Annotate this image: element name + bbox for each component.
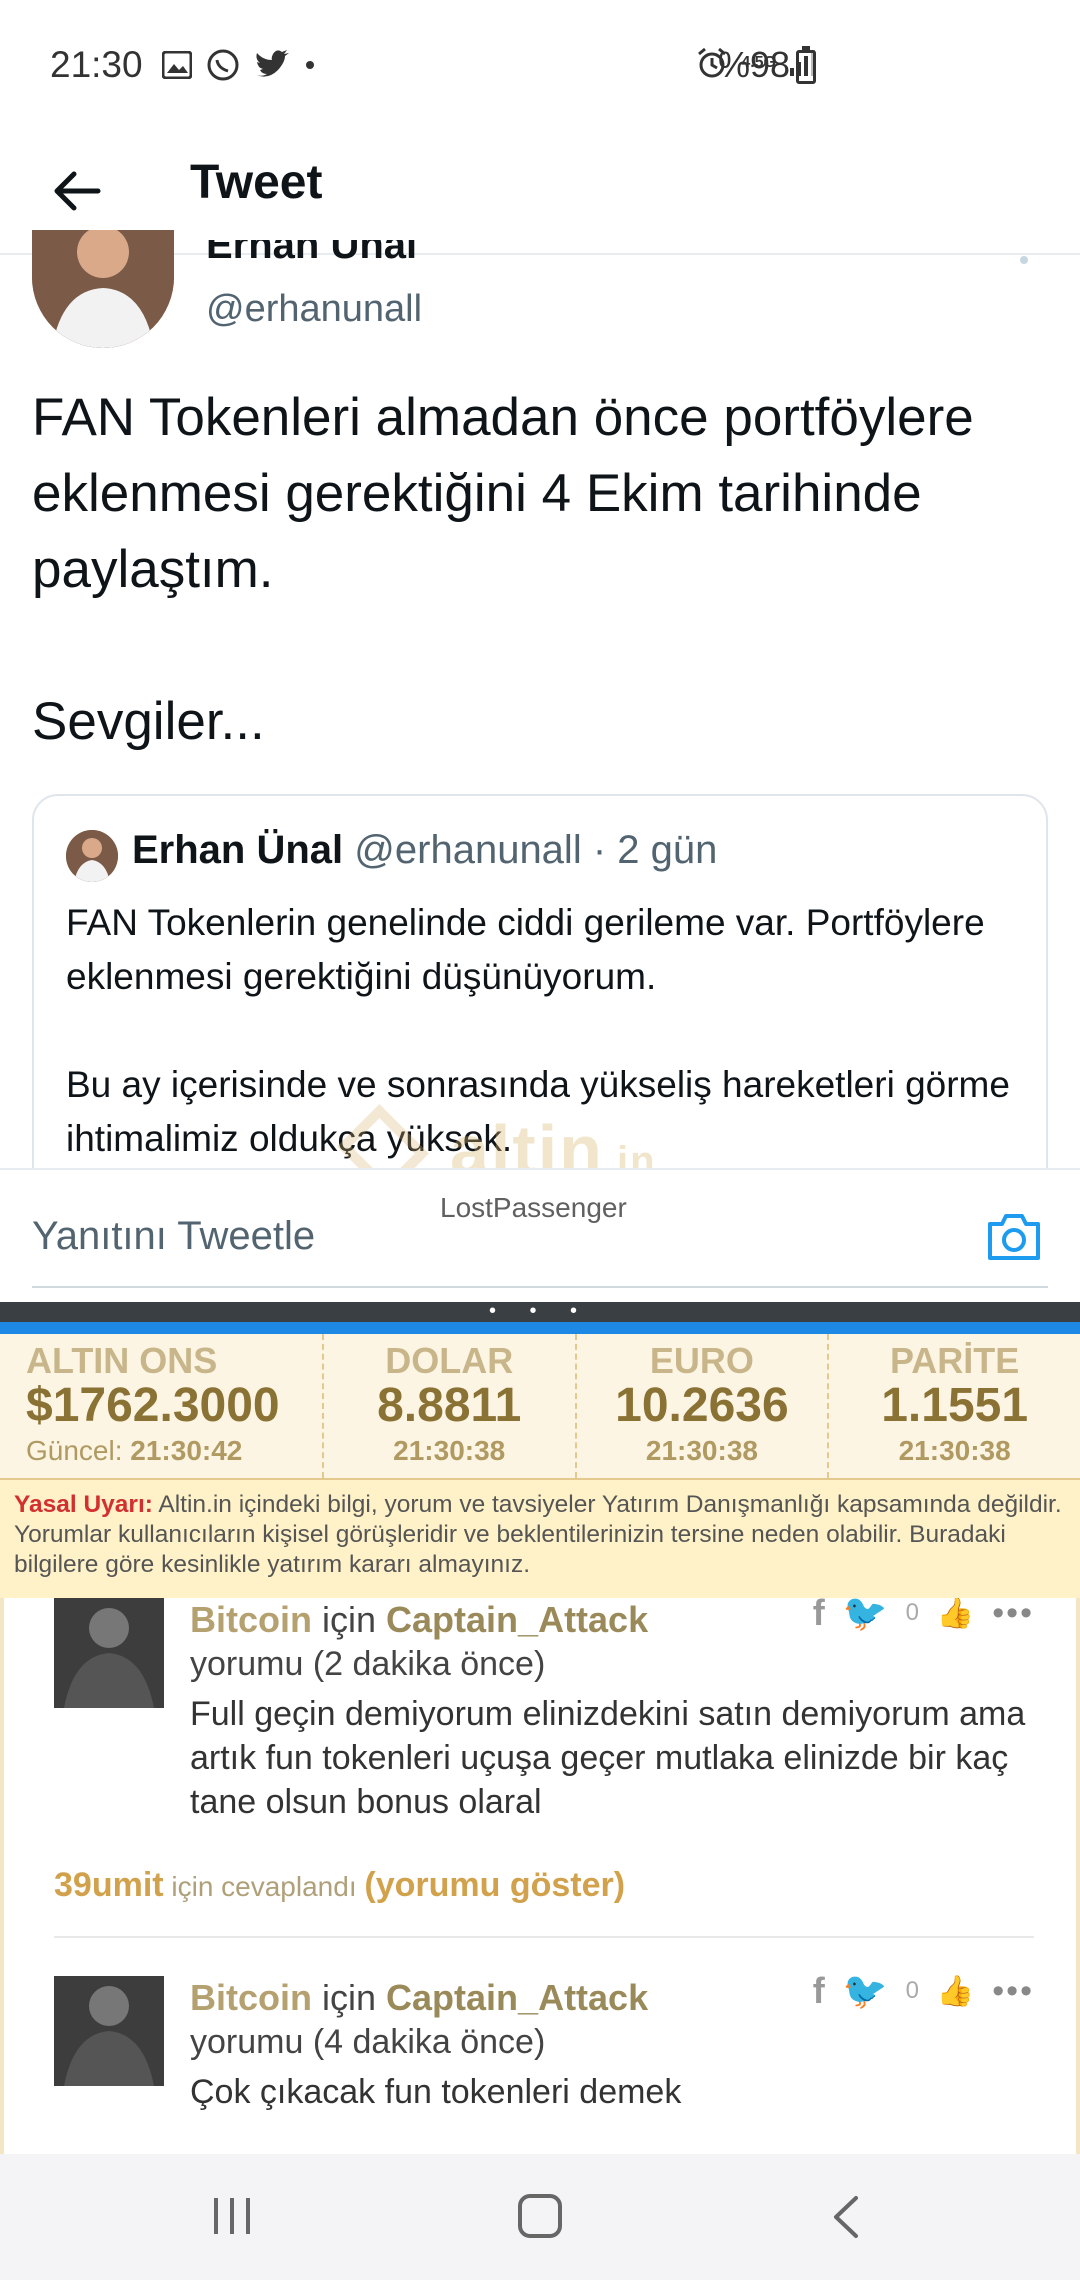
- comment-actions: f 🐦 0 👍 •••: [813, 1970, 1034, 2012]
- rate-time: 21:30:38: [645, 1435, 758, 1466]
- comment-actions: f 🐦 0 👍 •••: [813, 1598, 1034, 1634]
- quoted-author-name: Erhan Ünal: [132, 828, 344, 872]
- whatsapp-icon: [207, 49, 239, 81]
- rate-title: ALTIN ONS: [26, 1340, 218, 1381]
- system-nav-bar: [0, 2154, 1080, 2280]
- comment-for: için: [312, 1977, 387, 2018]
- tweet-body: FAN Tokenleri almadan önce portföylere e…: [32, 380, 1042, 836]
- rate-value: 1.1551: [881, 1379, 1029, 1432]
- quoted-author-handle: @erhanunall: [354, 828, 582, 872]
- comment-coin[interactable]: Bitcoin: [190, 1977, 312, 2018]
- author-handle[interactable]: @erhanunall: [206, 288, 422, 331]
- show-comment-link[interactable]: (yorumu göster): [364, 1866, 625, 1904]
- like-count: 0: [905, 1599, 919, 1626]
- rate-time: Güncel: 21:30:42: [26, 1435, 322, 1467]
- back-arrow-icon[interactable]: [48, 161, 108, 221]
- image-icon: [162, 51, 192, 79]
- rate-value: $1762.3000: [26, 1379, 280, 1432]
- comment-user[interactable]: Captain_Attack: [386, 1599, 648, 1640]
- rate-title: EURO: [649, 1340, 754, 1381]
- twitter-share-icon[interactable]: 🐦: [843, 1970, 888, 2012]
- replied-note: 39umit için cevaplandı (yorumu göster): [54, 1866, 625, 1905]
- facebook-icon[interactable]: f: [813, 1970, 825, 2012]
- drag-handle-icon[interactable]: • • •: [0, 1300, 1080, 1323]
- commenter-avatar[interactable]: [54, 1976, 164, 2086]
- rate-time-value: 21:30:42: [130, 1435, 243, 1466]
- like-count: 0: [905, 1977, 919, 2004]
- nav-back-icon[interactable]: [826, 2194, 866, 2240]
- rate-title: DOLAR: [385, 1340, 514, 1381]
- home-icon[interactable]: [518, 2194, 562, 2238]
- rate-time-label: Güncel:: [26, 1435, 123, 1466]
- quoted-separator: ·: [581, 828, 618, 872]
- rate-value: 8.8811: [377, 1379, 522, 1432]
- quoted-header: Erhan Ünal @erhanunall · 2 gün: [132, 828, 717, 873]
- comment-coin[interactable]: Bitcoin: [190, 1599, 312, 1640]
- rate-gold[interactable]: ALTIN ONS $1762.3000 Güncel: 21:30:42: [0, 1334, 324, 1478]
- status-time: 21:30: [50, 44, 143, 85]
- twitter-icon: [256, 50, 289, 77]
- page-title: Tweet: [190, 156, 323, 209]
- camera-icon[interactable]: [986, 1210, 1042, 1262]
- more-options-icon[interactable]: [1020, 256, 1028, 264]
- quoted-time: 2 gün: [617, 828, 718, 872]
- rates-ticker: ALTIN ONS $1762.3000 Güncel: 21:30:42 DO…: [0, 1334, 1080, 1480]
- more-icon[interactable]: •••: [992, 1598, 1034, 1633]
- twitter-share-icon[interactable]: 🐦: [843, 1598, 888, 1634]
- tweet-paragraph: Sevgiler...: [32, 692, 265, 751]
- rate-parity[interactable]: PARİTE 1.1551 21:30:38: [829, 1334, 1080, 1478]
- comments-list: Bitcoin için Captain_Attack yorumu (2 da…: [0, 1598, 1080, 2154]
- commenter-avatar[interactable]: [54, 1598, 164, 1708]
- dot-icon: [306, 61, 314, 69]
- facebook-icon[interactable]: f: [813, 1598, 825, 1634]
- legal-warning: Yasal Uyarı: Altin.in içindeki bilgi, yo…: [0, 1480, 1080, 1598]
- overlay-username: LostPassenger: [440, 1192, 627, 1223]
- comment-text: Full geçin demiyorum elinizdekini satın …: [190, 1695, 1026, 1821]
- quoted-avatar: [66, 830, 118, 882]
- rate-value: 10.2636: [615, 1379, 789, 1432]
- rate-time: 21:30:38: [898, 1435, 1011, 1466]
- author-avatar[interactable]: [32, 230, 174, 348]
- quoted-paragraph: FAN Tokenlerin genelinde ciddi gerileme …: [66, 902, 985, 997]
- replied-label: için cevaplandı: [163, 1871, 365, 1902]
- reply-input[interactable]: Yanıtını Tweetle: [32, 1214, 315, 1259]
- author-name[interactable]: Erhan Ünal: [206, 240, 417, 262]
- rate-time: 21:30:38: [393, 1435, 506, 1466]
- rate-euro[interactable]: EURO 10.2636 21:30:38: [577, 1334, 830, 1478]
- reply-bar: Yanıtını Tweetle LostPassenger: [0, 1168, 1080, 1298]
- warning-text: Altin.in içindeki bilgi, yorum ve tavsiy…: [14, 1491, 1062, 1578]
- comment-user[interactable]: Captain_Attack: [386, 1977, 648, 2018]
- thumbs-up-icon[interactable]: 👍: [937, 1598, 974, 1631]
- status-bar: 21:30 4.5G %98: [0, 0, 1080, 135]
- notification-icons: [162, 48, 316, 82]
- warning-label: Yasal Uyarı:: [14, 1491, 153, 1518]
- battery-percent: %98: [718, 44, 791, 85]
- tweet-paragraph: FAN Tokenleri almadan önce portföylere e…: [32, 388, 974, 599]
- more-icon[interactable]: •••: [992, 1972, 1034, 2011]
- battery-icon: [796, 46, 816, 84]
- comment-time: yorumu (2 dakika önce): [190, 1645, 546, 1683]
- replied-user[interactable]: 39umit: [54, 1866, 164, 1904]
- rate-title: PARİTE: [889, 1340, 1020, 1381]
- rate-dollar[interactable]: DOLAR 8.8811 21:30:38: [324, 1334, 577, 1478]
- reply-underline: [32, 1286, 1048, 1288]
- comment-for: için: [312, 1599, 387, 1640]
- divider: [54, 1936, 1034, 1938]
- recent-apps-icon[interactable]: [214, 2198, 250, 2234]
- comment-text: Çok çıkacak fun tokenleri demek: [190, 2073, 682, 2111]
- thumbs-up-icon[interactable]: 👍: [937, 1974, 974, 2009]
- overlay-accent-bar: [0, 1322, 1080, 1334]
- comment-time: yorumu (4 dakika önce): [190, 2023, 546, 2061]
